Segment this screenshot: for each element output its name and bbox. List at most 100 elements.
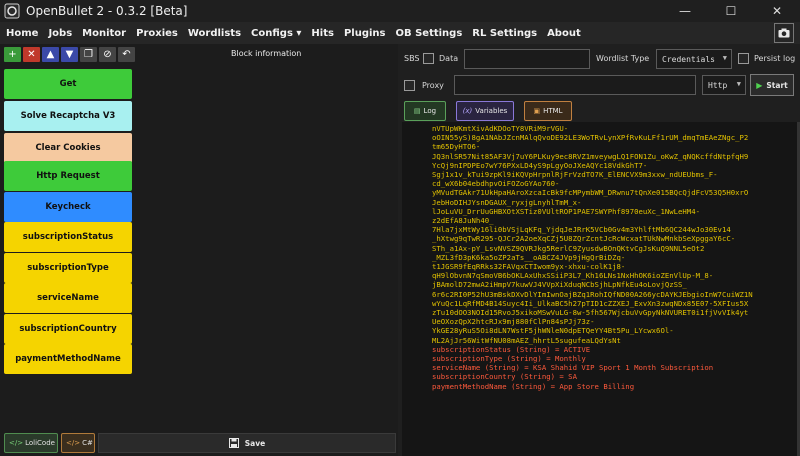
menu-configs[interactable]: Configs ▾	[246, 28, 306, 39]
menu-jobs[interactable]: Jobs	[43, 28, 77, 39]
log-line: 7Hla7jxMtWy16li0bVSjLqKFq_YjdqJeJRrK5VCb…	[432, 225, 731, 235]
minimize-button[interactable]: —	[662, 0, 708, 22]
add-block-button[interactable]: +	[4, 47, 21, 62]
block-subscription-country[interactable]: subscriptionCountry	[4, 314, 132, 344]
menu-monitor[interactable]: Monitor	[77, 28, 131, 39]
log-line: qH9lObvnN7qSmoVB6bOKLAxUhxSSiiP3L7_Kh16L…	[432, 271, 714, 281]
camera-icon	[778, 28, 790, 38]
log-line: JebHoDIHJYsnDGAUX_ryxjgLnyhlTmM_x-	[432, 197, 582, 207]
log-line: lJoLuVU_DrrUuGHBXOtXSTiz0VUltROP1PAE7SWY…	[432, 206, 700, 216]
save-icon	[228, 438, 239, 448]
data-input[interactable]	[464, 49, 590, 69]
chevron-down-icon: ▼	[722, 54, 727, 62]
log-line: UeOXozQpX2htcRJx9mj880fClPn84sPJj73z-	[432, 317, 595, 327]
html-tab[interactable]: ▣ HTML	[524, 101, 572, 121]
code-icon: </>	[9, 439, 24, 447]
debugger-panel: SBS Data Wordlist Type Credentials ▼ Per…	[398, 44, 800, 456]
menu-plugins[interactable]: Plugins	[339, 28, 391, 39]
menu-proxies[interactable]: Proxies	[131, 28, 183, 39]
remove-icon: ✕	[27, 49, 36, 60]
log-line: wYuQc1LqRfMD4B14Suyc4Ii_UlkaBC5h27pTID1c…	[432, 298, 749, 308]
arrow-up-icon: ▲	[46, 49, 55, 60]
main-menu: Home Jobs Monitor Proxies Wordlists Conf…	[0, 22, 800, 44]
log-line: STh_a1Ax-pY_LsvNVSZ9QVRJkg5RerlC9ZyusdwB…	[432, 243, 705, 253]
log-line: 6r6c2RI0P52hU3mBskDXvDlYImIwnOajBZq1RohI…	[432, 289, 753, 299]
proxy-type-select[interactable]: Http ▼	[702, 75, 746, 95]
log-line: _hXtwg9qTwR295-QJCr2A2oeXqCZj5U8ZQrZcntJ…	[432, 234, 736, 244]
variable-line: subscriptionStatus (String) = ACTIVE	[432, 344, 591, 354]
window-controls: — ☐ ✕	[662, 0, 800, 22]
undo-button[interactable]: ↶	[118, 47, 135, 62]
save-label: Save	[244, 438, 266, 448]
block-clear-cookies[interactable]: Clear Cookies	[4, 133, 132, 163]
log-line: yMVudTGAkr71UkHpaHAroXzcaIcBk9fcMPymbWM_…	[432, 188, 749, 198]
block-subscription-type[interactable]: subscriptionType	[4, 253, 132, 283]
clone-icon: ❐	[84, 49, 93, 60]
block-keycheck[interactable]: Keycheck	[4, 192, 132, 222]
sbs-label: SBS	[404, 54, 420, 63]
variable-icon: (x)	[462, 107, 473, 115]
persist-log-checkbox[interactable]	[738, 53, 749, 64]
save-button[interactable]: Save	[98, 433, 396, 453]
start-label: Start	[766, 80, 788, 90]
log-icon: ▤	[413, 107, 421, 115]
arrow-down-icon: ▼	[65, 49, 74, 60]
openbullet-logo-icon	[4, 3, 20, 19]
variables-tab-label: Variables	[475, 107, 508, 115]
data-checkbox[interactable]	[423, 53, 434, 64]
screenshot-button[interactable]	[774, 23, 794, 43]
variables-tab[interactable]: (x) Variables	[456, 101, 514, 121]
menu-home[interactable]: Home	[0, 28, 43, 39]
close-button[interactable]: ✕	[754, 0, 800, 22]
stacker-panel: + ✕ ▲ ▼ ❐ ⊘ ↶ Block information Get Solv…	[0, 44, 398, 456]
log-line: t1JGSR9fEqRRks32FAVqxCTIwom9yx-xhxu-colK…	[432, 262, 626, 272]
log-line: cd_wX6b04ebdhpvOiFOZoGYAo760-	[432, 179, 560, 189]
remove-block-button[interactable]: ✕	[23, 47, 40, 62]
variable-line: subscriptionCountry (String) = SA	[432, 372, 577, 382]
log-tab-label: Log	[423, 107, 437, 115]
move-up-button[interactable]: ▲	[42, 47, 59, 62]
menu-rl-settings[interactable]: RL Settings	[467, 28, 542, 39]
block-service-name[interactable]: serviceName	[4, 283, 132, 313]
wordlist-type-select[interactable]: Credentials ▼	[656, 49, 732, 69]
disable-block-button[interactable]: ⊘	[99, 47, 116, 62]
proxy-input[interactable]	[454, 75, 696, 95]
csharp-label: C#	[82, 439, 93, 447]
log-line: ML2AjJr56WitWfNU08mAEZ_hhrtL5sugufeaLQdY…	[432, 335, 621, 345]
wordlist-type-label: Wordlist Type	[596, 54, 650, 63]
data-label: Data	[439, 54, 459, 63]
menu-about[interactable]: About	[542, 28, 586, 39]
proxy-label: Proxy	[422, 81, 444, 90]
lolicode-label: LoliCode	[25, 439, 55, 447]
block-subscription-status[interactable]: subscriptionStatus	[4, 222, 132, 252]
menu-ob-settings[interactable]: OB Settings	[390, 28, 467, 39]
move-down-button[interactable]: ▼	[61, 47, 78, 62]
debugger-log[interactable]: nVTUpWKmtXivAdKDOoTY8VRiM9rVGU- oOIN55yS…	[402, 122, 798, 456]
plus-icon: +	[8, 49, 17, 60]
log-line: nVTUpWKmtXivAdKDOoTY8VRiM9rVGU-	[432, 124, 569, 133]
editor-bottom-bar: </> LoliCode </> C# Save	[0, 430, 398, 456]
variable-line: serviceName (String) = KSA Shahid VIP Sp…	[432, 363, 714, 373]
log-line: _MZL3fD3pK6ka5oZP2aTs__oABCZ4JVp9jHgQrBi…	[432, 252, 626, 262]
variable-line: paymentMethodName (String) = App Store B…	[432, 381, 635, 391]
disable-icon: ⊘	[103, 49, 112, 60]
chevron-down-icon: ▼	[736, 80, 741, 88]
block-payment-method-name[interactable]: paymentMethodName	[4, 344, 132, 374]
block-solve-recaptcha-v3[interactable]: Solve Recaptcha V3	[4, 101, 132, 131]
block-http-request[interactable]: Http Request	[4, 161, 132, 191]
log-tab[interactable]: ▤ Log	[404, 101, 446, 121]
play-icon: ▶	[756, 80, 763, 90]
log-line: YcQj9nIPDPEo7wY76PXxLD4yS9pLgyOoJXeAQYc1…	[432, 160, 648, 170]
clone-block-button[interactable]: ❐	[80, 47, 97, 62]
csharp-tab[interactable]: </> C#	[61, 433, 95, 453]
menu-wordlists[interactable]: Wordlists	[183, 28, 246, 39]
maximize-button[interactable]: ☐	[708, 0, 754, 22]
block-get[interactable]: Get	[4, 69, 132, 99]
persist-log-label: Persist log	[754, 54, 796, 63]
log-line: tm65DyHTO6-	[432, 142, 481, 152]
menu-hits[interactable]: Hits	[306, 28, 339, 39]
start-button[interactable]: ▶ Start	[750, 74, 794, 96]
log-line: YkGE28yRuS5Oi8dLN7WstF5jhWNleN0dpETQeYY4…	[432, 326, 674, 336]
proxy-checkbox[interactable]	[404, 80, 415, 91]
lolicode-tab[interactable]: </> LoliCode	[4, 433, 58, 453]
